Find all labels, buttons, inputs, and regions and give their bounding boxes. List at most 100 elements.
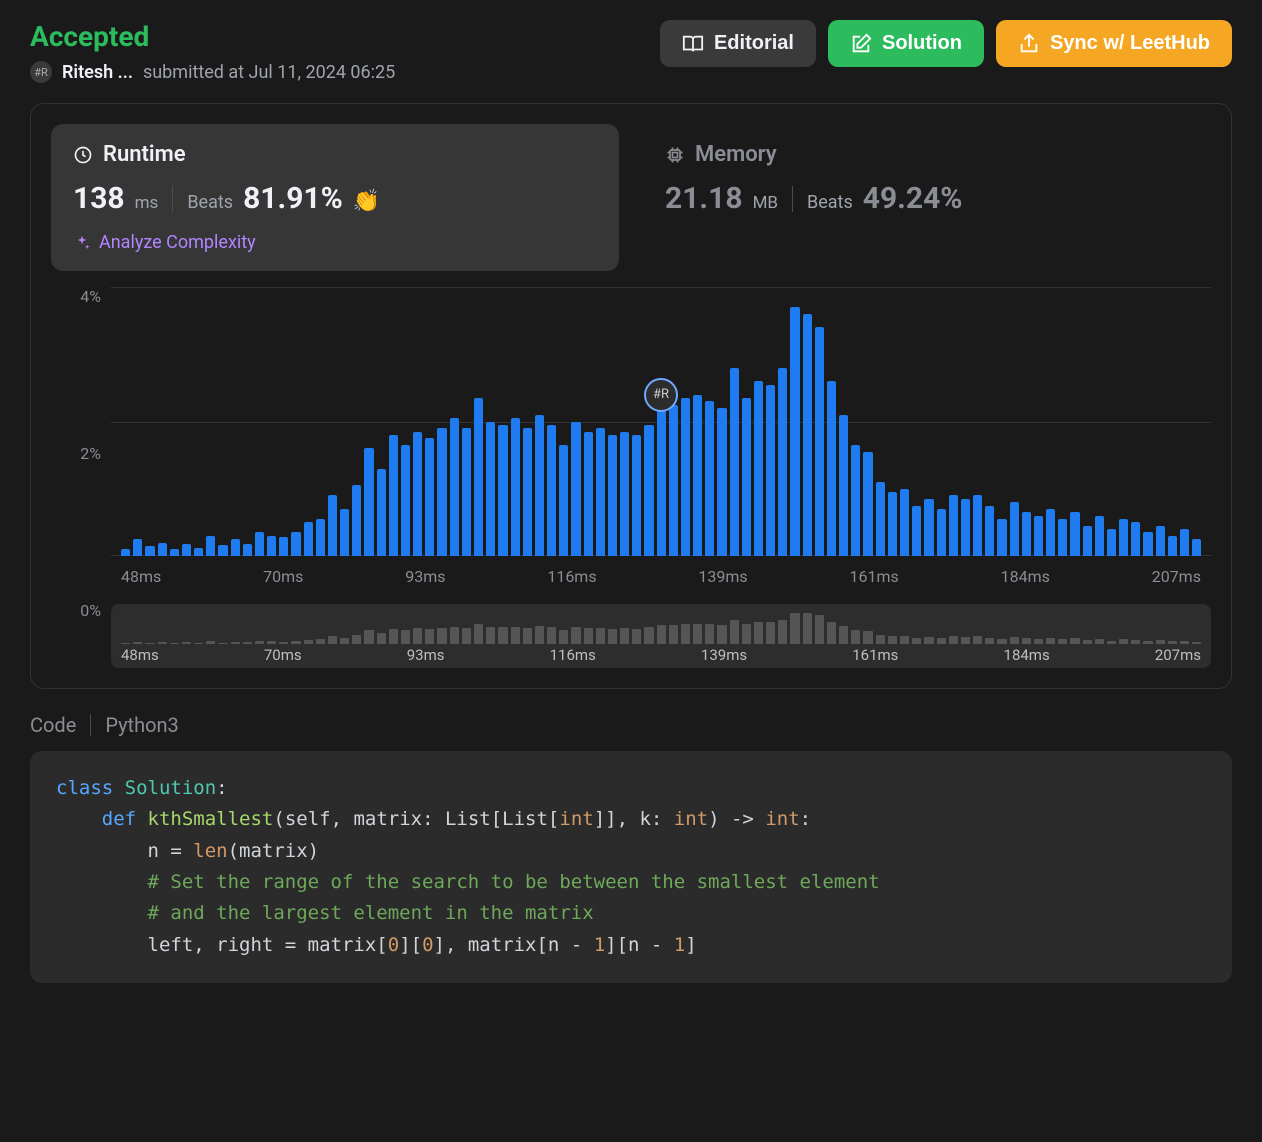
bar[interactable] [511, 418, 520, 556]
user-marker[interactable]: #R [644, 378, 678, 412]
bar[interactable] [681, 398, 690, 556]
bar[interactable] [1107, 529, 1116, 556]
bar[interactable] [1022, 512, 1031, 556]
sync-button[interactable]: Sync w/ LeetHub [996, 20, 1232, 67]
bar[interactable] [279, 537, 288, 556]
bar[interactable] [450, 418, 459, 556]
bar[interactable] [194, 548, 203, 556]
bar[interactable] [1070, 512, 1079, 556]
bar[interactable] [851, 445, 860, 556]
bar[interactable] [182, 544, 191, 556]
bar[interactable] [766, 385, 775, 556]
bar[interactable] [973, 495, 982, 556]
bar[interactable] [1131, 522, 1140, 556]
bar[interactable] [1083, 526, 1092, 556]
bar[interactable] [389, 435, 398, 556]
analyze-complexity-link[interactable]: Analyze Complexity [73, 232, 597, 253]
bar[interactable] [218, 545, 227, 556]
plot-area[interactable]: #R [111, 287, 1211, 557]
bar[interactable] [413, 432, 422, 556]
bar[interactable] [243, 544, 252, 556]
bar[interactable] [985, 506, 994, 556]
bar[interactable] [304, 522, 313, 556]
bar[interactable] [523, 428, 532, 556]
bar[interactable] [316, 519, 325, 556]
code-block[interactable]: class Solution: def kthSmallest(self, ma… [30, 751, 1232, 983]
bar[interactable] [620, 432, 629, 556]
bar[interactable] [206, 536, 215, 556]
bar[interactable] [803, 314, 812, 556]
bar[interactable] [425, 438, 434, 556]
bar[interactable] [1180, 529, 1189, 556]
bar[interactable] [705, 401, 714, 556]
bar[interactable] [1058, 519, 1067, 556]
bar[interactable] [437, 428, 446, 556]
bar[interactable] [328, 495, 337, 556]
bar[interactable] [876, 482, 885, 556]
bar[interactable] [1143, 532, 1152, 556]
bar[interactable] [778, 368, 787, 556]
bar[interactable] [644, 425, 653, 556]
bar[interactable] [559, 445, 568, 556]
mini-histogram[interactable]: 48ms70ms93ms116ms139ms161ms184ms207ms [111, 604, 1211, 668]
bar[interactable] [267, 536, 276, 556]
bar[interactable] [632, 435, 641, 556]
bar[interactable] [352, 485, 361, 556]
bar[interactable] [815, 327, 824, 556]
bar[interactable] [158, 543, 167, 556]
bar[interactable] [937, 509, 946, 556]
bar[interactable] [1095, 516, 1104, 556]
bar[interactable] [498, 425, 507, 556]
bar[interactable] [754, 381, 763, 556]
bar[interactable] [255, 532, 264, 556]
bar[interactable] [584, 432, 593, 556]
bar[interactable] [231, 539, 240, 556]
bar[interactable] [364, 448, 373, 556]
bar[interactable] [827, 381, 836, 556]
bar[interactable] [949, 495, 958, 556]
bar[interactable] [1192, 539, 1201, 556]
code-language[interactable]: Python3 [105, 713, 178, 737]
bar[interactable] [170, 549, 179, 556]
editorial-button[interactable]: Editorial [660, 20, 816, 67]
bar[interactable] [742, 398, 751, 556]
bar[interactable] [401, 445, 410, 556]
bar[interactable] [608, 435, 617, 556]
bar[interactable] [888, 492, 897, 556]
bar[interactable] [486, 422, 495, 557]
bar[interactable] [547, 425, 556, 556]
runtime-card[interactable]: Runtime 138 ms Beats 81.91% 👏 Analyze Co… [51, 124, 619, 271]
solution-button[interactable]: Solution [828, 20, 984, 67]
bar[interactable] [961, 499, 970, 556]
bar[interactable] [790, 307, 799, 556]
bar[interactable] [571, 422, 580, 557]
memory-card[interactable]: Memory 21.18 MB Beats 49.24% [643, 124, 1211, 271]
bar[interactable] [863, 452, 872, 556]
bar[interactable] [377, 469, 386, 556]
bar[interactable] [1119, 519, 1128, 556]
bar[interactable] [1010, 502, 1019, 556]
bar[interactable] [291, 532, 300, 556]
bar[interactable] [1168, 536, 1177, 556]
bar[interactable] [997, 519, 1006, 556]
bar[interactable] [657, 408, 666, 556]
bar[interactable] [912, 506, 921, 556]
username[interactable]: Ritesh ... [62, 62, 133, 83]
avatar[interactable]: #R [30, 61, 52, 83]
bar[interactable] [596, 428, 605, 556]
bar[interactable] [924, 499, 933, 556]
bar[interactable] [693, 395, 702, 556]
bar[interactable] [1156, 526, 1165, 556]
bar[interactable] [730, 368, 739, 556]
bar[interactable] [669, 405, 678, 556]
bar[interactable] [340, 509, 349, 556]
bar[interactable] [839, 415, 848, 556]
bar[interactable] [1034, 516, 1043, 556]
bar[interactable] [145, 546, 154, 556]
bar[interactable] [535, 415, 544, 556]
bar[interactable] [133, 539, 142, 556]
bar[interactable] [1046, 509, 1055, 556]
bar[interactable] [121, 549, 130, 556]
bar[interactable] [900, 489, 909, 556]
bar[interactable] [474, 398, 483, 556]
